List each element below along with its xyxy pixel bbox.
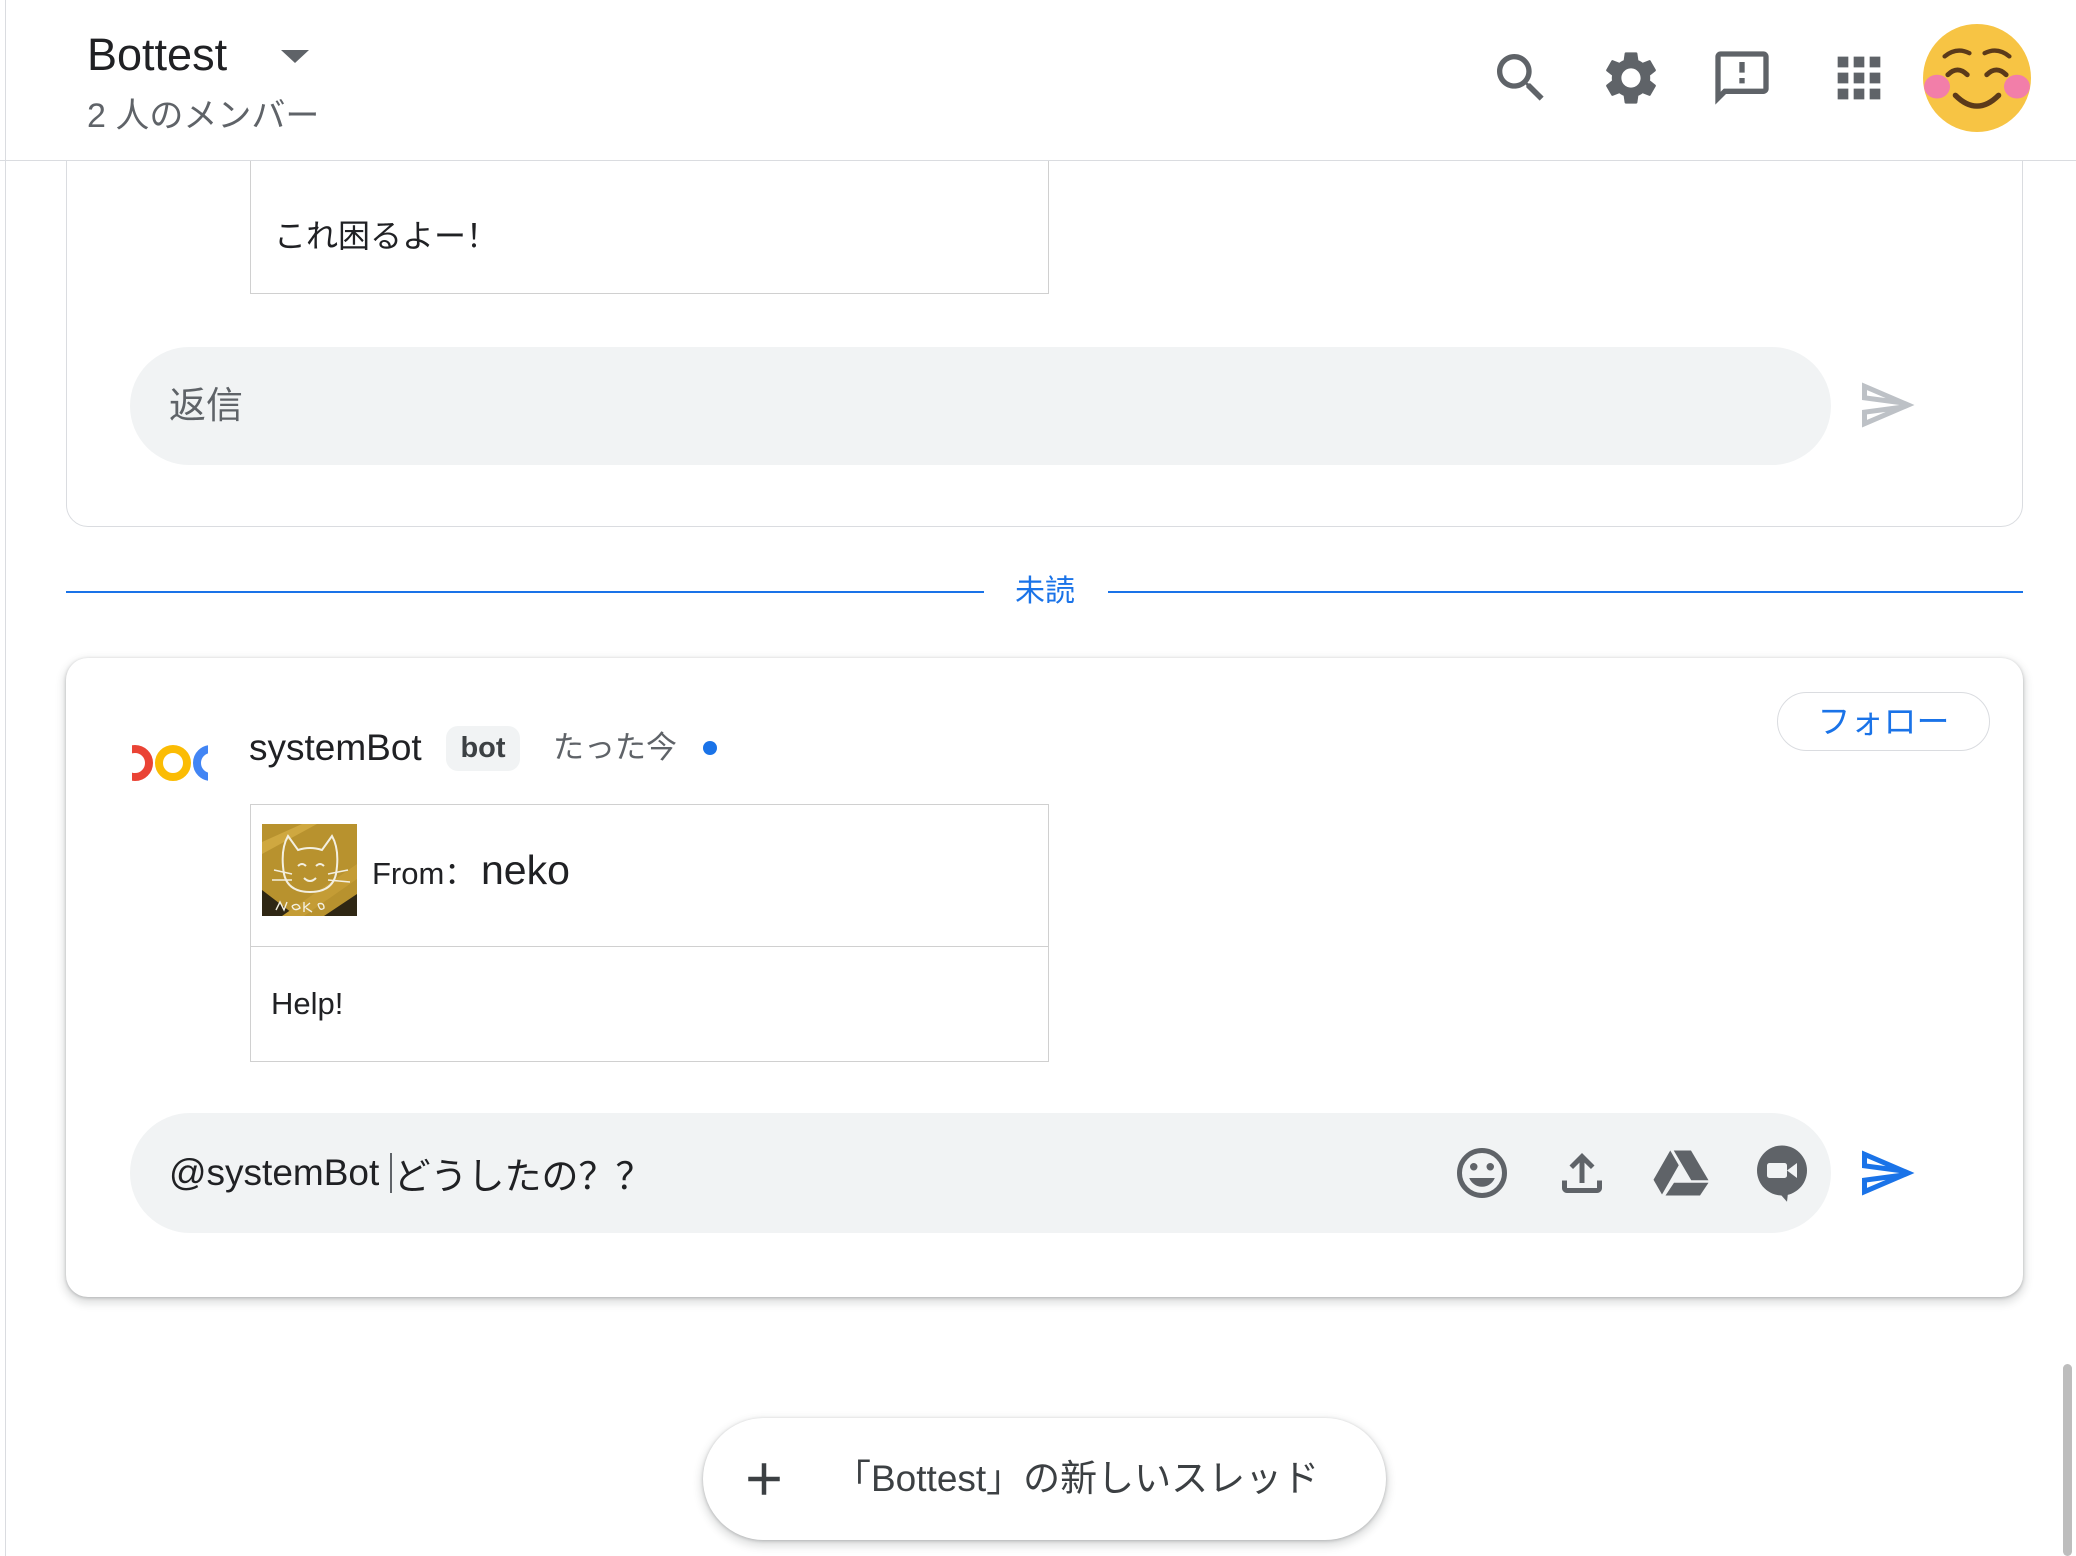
search-icon[interactable] [1489,46,1553,110]
send-icon[interactable] [1857,375,1917,435]
text-cursor [389,1153,392,1193]
compose-input[interactable]: @systemBot どうしたの？？ [169,1113,653,1233]
message-card [250,804,1049,1062]
caret-down-icon[interactable] [281,50,309,63]
gear-icon[interactable] [1599,46,1663,110]
card-section-divider [250,946,1049,947]
follow-button[interactable]: フォロー [1777,692,1990,751]
account-avatar[interactable] [1923,24,2031,132]
compose-mention: @systemBot [169,1152,390,1193]
new-thread-label: 「Bottest」の新しいスレッド [834,1458,1320,1499]
sender-image [262,824,357,916]
unread-divider-line-right [1108,591,2023,593]
card-from-label: From： [372,856,476,891]
member-count[interactable]: 2 人のメンバー [87,94,319,138]
room-header: Bottest 2 人のメンバー [0,0,2076,161]
send-icon[interactable] [1857,1143,1917,1203]
bot-avatar[interactable] [132,725,208,801]
new-thread-button[interactable]: 「Bottest」の新しいスレッド [703,1418,1386,1540]
upload-icon[interactable] [1552,1143,1612,1203]
compose-text: どうしたの？？ [393,1156,653,1197]
chat-page: Bottest 2 人のメンバー これ困るよー！ 返信 未読 systemBot… [0,0,2076,1556]
video-meeting-icon[interactable] [1752,1143,1812,1203]
apps-grid-icon[interactable] [1827,46,1891,110]
card-from-name: neko [481,847,570,893]
room-title[interactable]: Bottest [87,28,227,82]
left-edge-divider [5,0,6,1556]
message-card-body: Help! [271,986,344,1021]
google-drive-icon[interactable] [1651,1143,1711,1203]
unread-divider-label: 未読 [1015,575,1075,608]
feedback-icon[interactable] [1710,46,1774,110]
message-timestamp: たった今 [553,730,677,765]
emoji-icon[interactable] [1452,1143,1512,1203]
sender-name[interactable]: systemBot [249,726,422,770]
unread-dot [703,741,717,755]
reply-input[interactable] [169,347,1769,465]
bot-badge: bot [446,726,520,771]
scrollbar-thumb[interactable] [2063,1364,2072,1556]
reply-box[interactable] [130,347,1831,465]
message-card-body: これ困るよー！ [274,218,499,254]
unread-divider-line-left [66,591,984,593]
plus-icon [737,1452,791,1506]
